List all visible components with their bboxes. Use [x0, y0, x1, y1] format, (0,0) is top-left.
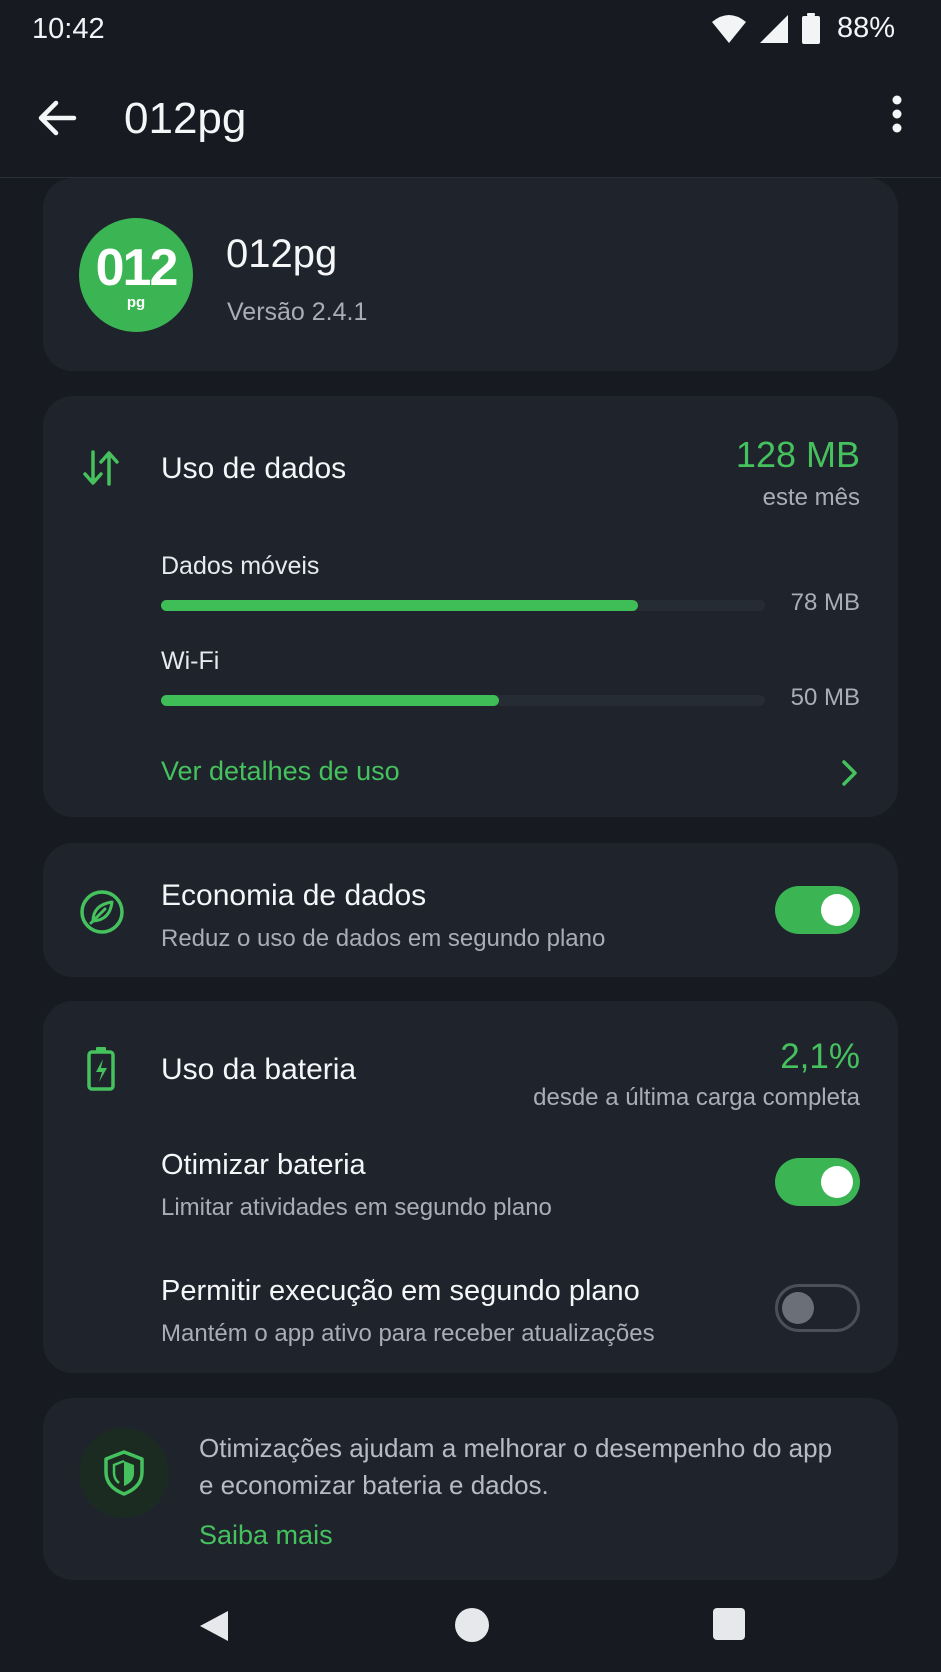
status-time: 10:42 [32, 13, 105, 45]
toggle-knob [782, 1292, 814, 1324]
battery-usage-title: Uso da bateria [161, 1053, 357, 1086]
app-version: Versão 2.4.1 [227, 298, 368, 326]
screen: 10:42 88% 012pg 012 pg 012pg Versão 2.4.… [0, 0, 941, 1672]
data-usage-card: Uso de dados 128 MB este mês Dados móvei… [43, 396, 898, 817]
battery-icon [801, 12, 820, 44]
learn-more-link[interactable]: Saiba mais [199, 1520, 333, 1551]
battery-usage-since: desde a última carga completa [533, 1084, 860, 1111]
shield-badge [79, 1428, 169, 1518]
data-saver-card: Economia de dados Reduz o uso de dados e… [43, 843, 898, 977]
data-saver-toggle[interactable] [775, 886, 860, 934]
nav-recent-apps-icon[interactable] [713, 1608, 745, 1640]
page-title: 012pg [124, 94, 247, 143]
arrow-left-icon [38, 100, 77, 136]
data-saver-title: Economia de dados [161, 879, 427, 912]
wifi-data-label: Wi-Fi [161, 647, 220, 675]
system-nav-bar [0, 1590, 941, 1672]
chevron-right-icon[interactable] [834, 756, 864, 790]
optimization-info-text: Otimizações ajudam a melhorar o desempen… [199, 1433, 833, 1500]
data-usage-total: 128 MB [735, 434, 860, 475]
mobile-data-bar-fill [161, 600, 639, 611]
data-usage-title: Uso de dados [161, 452, 347, 485]
optimize-battery-title: Otimizar bateria [161, 1149, 366, 1181]
toggle-knob [821, 894, 853, 926]
mobile-data-label: Dados móveis [161, 552, 320, 580]
mobile-data-bar [161, 600, 765, 611]
battery-charging-icon [79, 1045, 123, 1091]
toggle-knob [821, 1166, 853, 1198]
status-icons: 88% [711, 12, 895, 45]
background-execution-subtitle: Mantém o app ativo para receber atualiza… [161, 1320, 655, 1347]
wifi-data-bar [161, 695, 765, 706]
mobile-data-value: 78 MB [790, 589, 860, 616]
background-execution-toggle[interactable] [775, 1284, 860, 1332]
nav-home-icon[interactable] [455, 1608, 489, 1642]
wifi-icon [711, 14, 746, 43]
data-usage-period: este mês [762, 484, 860, 511]
app-logo-sub-text: pg [126, 294, 146, 311]
app-logo-main-text: 012 [95, 239, 179, 297]
more-vertical-icon [892, 95, 902, 133]
wifi-data-bar-fill [161, 695, 500, 706]
app-logo: 012 pg [79, 218, 193, 332]
view-usage-details-link[interactable]: Ver detalhes de uso [161, 756, 400, 787]
status-bar: 10:42 88% [0, 0, 941, 60]
back-button[interactable] [34, 92, 86, 144]
more-options-button[interactable] [875, 90, 919, 146]
wifi-data-value: 50 MB [790, 684, 860, 711]
data-transfer-icon [79, 446, 123, 490]
optimization-info-card: Otimizações ajudam a melhorar o desempen… [43, 1398, 898, 1580]
data-saver-subtitle: Reduz o uso de dados em segundo plano [161, 925, 606, 952]
battery-usage-card: Uso da bateria 2,1% desde a última carga… [43, 1001, 898, 1373]
data-saver-icon [79, 889, 124, 934]
app-info-card: 012 pg 012pg Versão 2.4.1 [43, 178, 898, 371]
background-execution-title: Permitir execução em segundo plano [161, 1275, 640, 1307]
app-bar: 012pg [0, 60, 941, 178]
optimize-battery-subtitle: Limitar atividades em segundo plano [161, 1194, 552, 1221]
app-name: 012pg [226, 232, 338, 276]
nav-back-icon[interactable] [196, 1608, 232, 1644]
cell-signal-icon [759, 14, 788, 43]
optimize-battery-toggle[interactable] [775, 1158, 860, 1206]
battery-usage-percent: 2,1% [780, 1037, 860, 1076]
battery-percent-text: 88% [836, 12, 895, 44]
shield-icon [104, 1450, 144, 1496]
